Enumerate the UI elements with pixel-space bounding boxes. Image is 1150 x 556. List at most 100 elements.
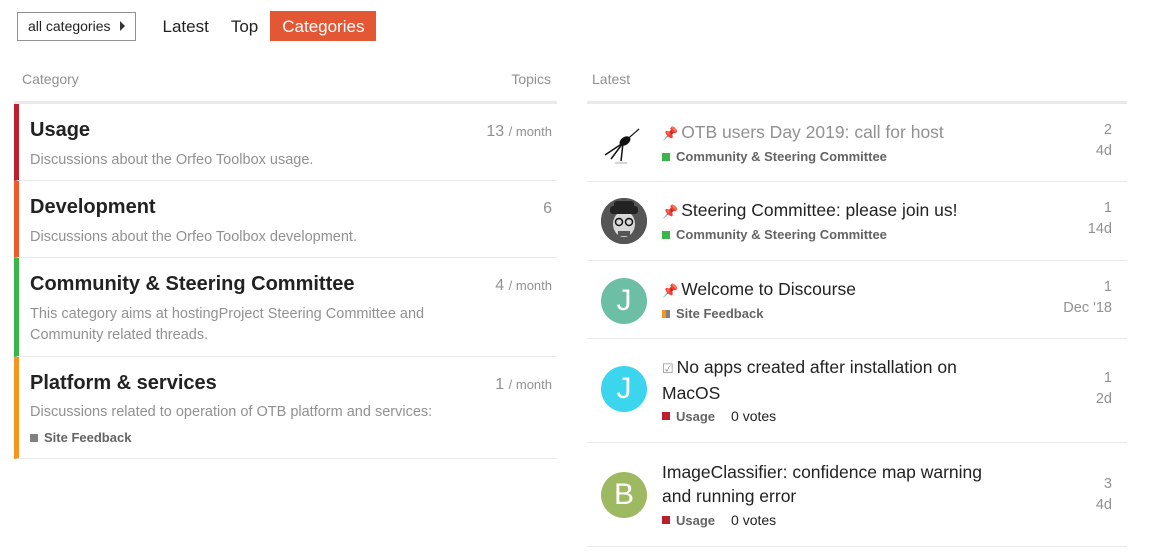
subcategory-color-swatch: [30, 433, 38, 442]
category-color-swatch: [662, 230, 670, 239]
category-description: Discussions about the Orfeo Toolbox usag…: [30, 152, 314, 168]
latest-header: Latest: [587, 70, 1127, 104]
category-row-development[interactable]: Development Discussions about the Orfeo …: [14, 181, 557, 258]
topic-title[interactable]: 📌 OTB users Day 2019: call for host: [662, 120, 992, 146]
topic-count-number: 1: [495, 376, 505, 393]
reply-count[interactable]: 1: [1063, 277, 1112, 298]
topic-count-number: 13: [486, 123, 505, 140]
activity-age[interactable]: 4d: [1096, 141, 1112, 162]
avatar[interactable]: J: [601, 278, 647, 324]
avatar-letter: J: [616, 284, 632, 317]
category-name[interactable]: Usage: [30, 119, 90, 142]
topic-stats: 1 Dec '18: [1063, 277, 1112, 319]
category-badge[interactable]: Community & Steering Committee: [662, 149, 887, 164]
latest-header-label: Latest: [592, 71, 631, 87]
topic-title[interactable]: 📌 Steering Committee: please join us!: [662, 198, 992, 224]
topic-title[interactable]: ImageClassifier: confidence map warning …: [662, 460, 992, 508]
topic-count: 4 / month: [495, 277, 552, 295]
categories-table-header: Category Topics: [14, 70, 557, 104]
categories-table: Category Topics Usage Discussions about …: [14, 70, 557, 459]
topic-stats: 3 4d: [1096, 474, 1112, 516]
reply-count[interactable]: 1: [1096, 368, 1112, 389]
topic-title-text: No apps created after installation on Ma…: [662, 357, 957, 403]
vote-count: 0 votes: [731, 512, 777, 528]
topic-row[interactable]: 📌 Steering Committee: please join us! Com…: [587, 182, 1127, 261]
pin-icon: 📌: [662, 204, 679, 219]
pin-icon: 📌: [662, 283, 679, 298]
satellite-icon: [604, 128, 640, 164]
navigation-bar: all categories Latest Top Categories: [17, 11, 378, 41]
topic-count: 1 / month: [495, 376, 552, 394]
caret-right-icon: [119, 21, 125, 31]
user-photo-icon: [601, 198, 647, 244]
topic-stats: 1 2d: [1096, 368, 1112, 410]
topic-count-period: / month: [508, 278, 552, 293]
subcategory-site-feedback[interactable]: Site Feedback: [30, 430, 131, 445]
category-badge[interactable]: Usage: [662, 409, 715, 424]
topic-title[interactable]: 📌 Welcome to Discourse: [662, 277, 992, 303]
category-description: This category aims at hostingProject Ste…: [30, 306, 425, 343]
topic-stats: 2 4d: [1096, 120, 1112, 162]
category-dropdown-label: all categories: [28, 18, 111, 34]
topic-row[interactable]: 📌 OTB users Day 2019: call for host Commu…: [587, 104, 1127, 182]
topic-count-number: 6: [543, 200, 552, 217]
category-color-swatch: [666, 309, 670, 318]
topic-row[interactable]: J 📌 Welcome to Discourse Site Feedback 1 …: [587, 261, 1127, 339]
category-badge-label: Community & Steering Committee: [676, 149, 887, 164]
activity-age[interactable]: 2d: [1096, 389, 1112, 410]
topic-meta: Usage 0 votes: [662, 512, 776, 528]
category-row-usage[interactable]: Usage Discussions about the Orfeo Toolbo…: [14, 104, 557, 181]
avatar[interactable]: [601, 119, 647, 165]
tab-latest[interactable]: Latest: [153, 11, 219, 41]
latest-topics: Latest 📌 OTB users Day 2019: call for hos…: [587, 70, 1127, 547]
topic-title[interactable]: ☑ No apps created after installation on M…: [662, 355, 992, 405]
topic-count-number: 4: [495, 277, 505, 294]
topic-title-text: ImageClassifier: confidence map warning …: [662, 462, 983, 506]
category-badge-label: Site Feedback: [676, 306, 764, 321]
activity-age[interactable]: 4d: [1096, 495, 1112, 516]
header-topics: Topics: [511, 71, 551, 87]
category-badge-label: Usage: [676, 512, 716, 528]
category-description: Discussions related to operation of OTB …: [30, 404, 433, 420]
avatar-letter: J: [616, 372, 632, 405]
category-name[interactable]: Development: [30, 196, 156, 219]
category-name[interactable]: Community & Steering Committee: [30, 273, 354, 296]
category-color-swatch: [662, 516, 670, 524]
tab-top[interactable]: Top: [221, 11, 268, 41]
category-row-platform[interactable]: Platform & services Discussions related …: [14, 357, 557, 459]
vote-count: 0 votes: [731, 408, 777, 424]
topic-meta: Community & Steering Committee: [662, 227, 887, 242]
topic-meta: Community & Steering Committee: [662, 149, 887, 164]
topic-count-period: / month: [508, 124, 552, 139]
checkbox-icon: ☑: [662, 361, 674, 376]
activity-age[interactable]: Dec '18: [1063, 298, 1112, 319]
topic-row[interactable]: B ImageClassifier: confidence map warnin…: [587, 443, 1127, 547]
topic-count: 6: [543, 200, 552, 218]
topic-row[interactable]: J ☑ No apps created after installation on…: [587, 339, 1127, 443]
category-badge[interactable]: Usage: [662, 513, 715, 528]
category-badge[interactable]: Site Feedback: [662, 306, 763, 321]
tab-categories[interactable]: Categories: [270, 11, 377, 41]
avatar[interactable]: J: [601, 366, 647, 412]
topic-title-text: OTB users Day 2019: call for host: [681, 122, 944, 142]
reply-count[interactable]: 1: [1088, 198, 1112, 219]
avatar-letter: B: [613, 478, 634, 511]
reply-count[interactable]: 2: [1096, 120, 1112, 141]
avatar[interactable]: B: [601, 472, 647, 518]
category-badge[interactable]: Community & Steering Committee: [662, 227, 887, 242]
topic-count-period: / month: [508, 377, 552, 392]
category-dropdown[interactable]: all categories: [17, 11, 136, 41]
category-badge-label: Usage: [676, 408, 716, 424]
category-row-community[interactable]: Community & Steering Committee This cate…: [14, 258, 557, 357]
category-color-swatch: [662, 412, 670, 420]
topic-count: 13 / month: [486, 123, 552, 141]
avatar[interactable]: [601, 198, 647, 244]
activity-age[interactable]: 14d: [1088, 219, 1112, 240]
category-name[interactable]: Platform & services: [30, 372, 217, 395]
topic-meta: Site Feedback: [662, 306, 763, 321]
pin-icon: 📌: [662, 126, 679, 141]
reply-count[interactable]: 3: [1096, 474, 1112, 495]
category-description: Discussions about the Orfeo Toolbox deve…: [30, 229, 357, 245]
topic-title-text: Welcome to Discourse: [681, 279, 856, 299]
topic-title-text: Steering Committee: please join us!: [681, 200, 958, 220]
